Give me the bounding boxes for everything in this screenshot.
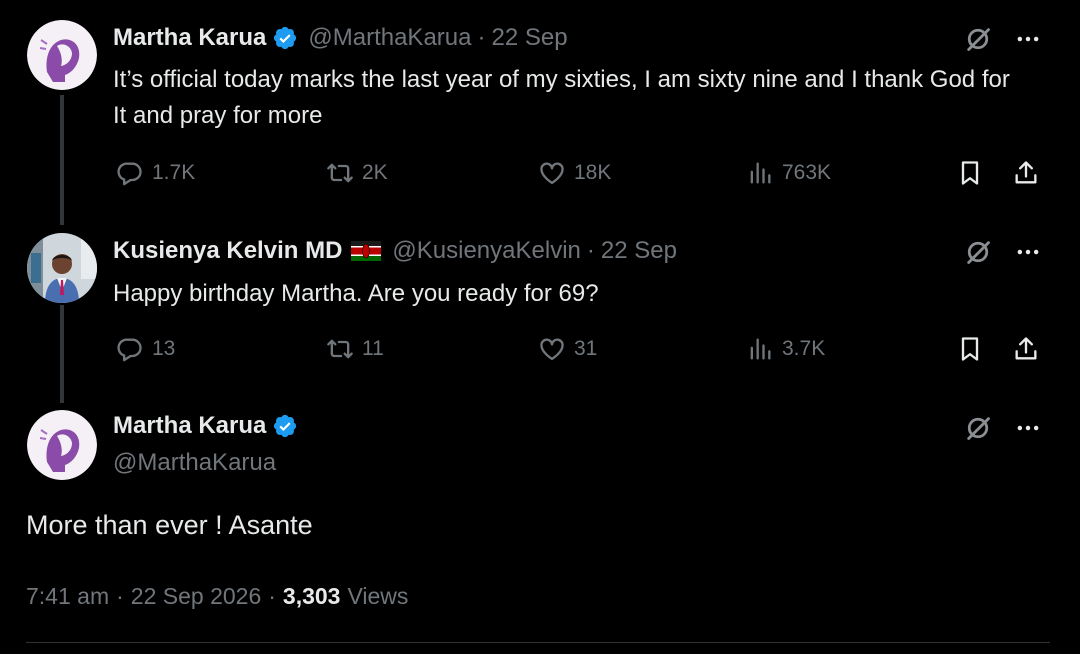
views-icon [746, 159, 774, 187]
separator: · [116, 583, 124, 609]
views-icon [746, 335, 774, 363]
grok-icon[interactable] [964, 25, 992, 58]
avatar[interactable] [27, 20, 97, 90]
verified-icon [272, 413, 298, 439]
separator: · [477, 24, 486, 51]
views-count: 3.7K [782, 337, 826, 360]
views-button[interactable]: 3.7K [746, 335, 825, 363]
retweet-button[interactable]: 11 [326, 335, 384, 363]
more-icon[interactable] [1014, 414, 1042, 447]
like-icon [538, 335, 566, 363]
tweet-text: Happy birthday Martha. Are you ready for… [113, 280, 599, 307]
like-button[interactable]: 18K [538, 159, 611, 187]
bookmark-icon[interactable] [956, 159, 984, 192]
thread-line [60, 95, 64, 225]
tweet-date[interactable]: 22 Sep [491, 24, 567, 52]
like-count: 18K [574, 161, 612, 184]
reply-count: 1.7K [152, 161, 196, 184]
reply-button[interactable]: 13 [116, 335, 175, 363]
author-name[interactable]: Martha Karua [113, 24, 266, 52]
share-icon[interactable] [1012, 159, 1040, 192]
avatar[interactable] [27, 233, 97, 303]
retweet-button[interactable]: 2K [326, 159, 388, 187]
retweet-count: 11 [362, 337, 384, 360]
tweet-time[interactable]: 7:41 am [26, 583, 109, 610]
tweet-date[interactable]: 22 Sep [601, 237, 677, 265]
retweet-count: 2K [362, 161, 388, 184]
divider [26, 642, 1050, 643]
views-count: 3,303 [282, 583, 341, 609]
author-name[interactable]: Kusienya Kelvin MD [113, 237, 342, 265]
share-icon[interactable] [1012, 335, 1040, 368]
bookmark-icon[interactable] [956, 335, 984, 368]
reply-icon [116, 335, 144, 363]
author-handle[interactable]: @MarthaKarua [308, 24, 471, 52]
more-icon[interactable] [1014, 25, 1042, 58]
tweet-date[interactable]: 22 Sep 2026 [131, 583, 261, 610]
retweet-icon [326, 335, 354, 363]
tweet-meta: 7:41 am · 22 Sep 2026 · 3,303 Views [26, 583, 408, 610]
author-name[interactable]: Martha Karua [113, 412, 266, 440]
author-handle[interactable]: @MarthaKarua [113, 449, 276, 477]
kenya-flag-icon [350, 241, 382, 261]
more-icon[interactable] [1014, 238, 1042, 271]
reply-button[interactable]: 1.7K [116, 159, 195, 187]
grok-icon[interactable] [964, 414, 992, 447]
views-button[interactable]: 763K [746, 159, 831, 187]
tweet-text: More than ever ! Asante [26, 510, 313, 540]
views-label: Views [347, 583, 409, 609]
tweet-text: It’s official today marks the last year … [113, 66, 1010, 129]
grok-icon[interactable] [964, 238, 992, 271]
like-icon [538, 159, 566, 187]
views-count: 763K [782, 161, 832, 184]
verified-icon [272, 25, 298, 51]
reply-icon [116, 159, 144, 187]
avatar[interactable] [27, 410, 97, 480]
author-handle[interactable]: @KusienyaKelvin [392, 237, 580, 265]
thread-line [60, 305, 64, 403]
like-button[interactable]: 31 [538, 335, 597, 363]
reply-count: 13 [152, 337, 176, 360]
separator: · [586, 237, 595, 264]
retweet-icon [326, 159, 354, 187]
separator: · [268, 583, 276, 609]
like-count: 31 [574, 337, 598, 360]
